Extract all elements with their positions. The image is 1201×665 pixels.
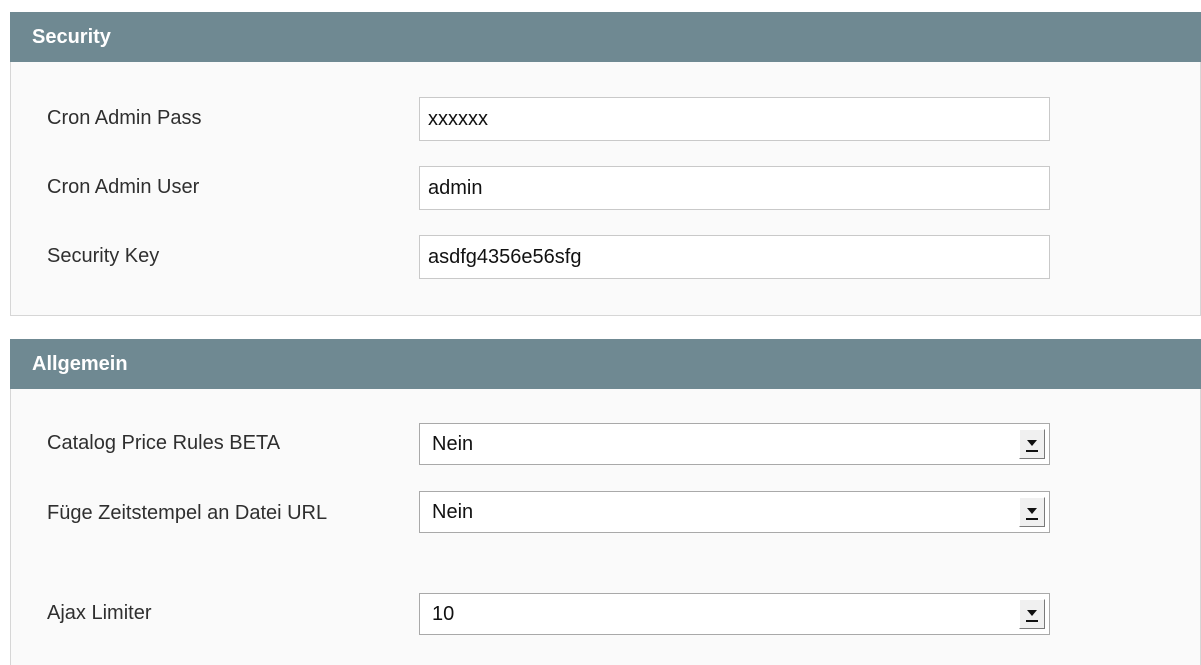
chevron-down-icon[interactable]: [1019, 599, 1045, 629]
ajax-limiter-selected-value: 10: [432, 603, 455, 625]
cron-admin-pass-label: Cron Admin Pass: [47, 107, 202, 129]
security-key-label: Security Key: [47, 245, 160, 267]
cron-admin-user-label: Cron Admin User: [47, 176, 200, 198]
catalog-price-rules-select[interactable]: Nein: [419, 423, 1050, 465]
ajax-limiter-label: Ajax Limiter: [47, 602, 152, 624]
security-section-body: Cron Admin Pass Cron Admin User Security…: [10, 62, 1201, 316]
catalog-price-rules-label: Catalog Price Rules BETA: [47, 432, 281, 454]
ajax-limiter-select[interactable]: 10: [419, 593, 1050, 635]
security-section: Security Cron Admin Pass Cron Admin User…: [10, 12, 1201, 316]
timestamp-url-label: Füge Zeitstempel an Datei URL: [47, 502, 328, 524]
timestamp-url-selected-value: Nein: [432, 501, 474, 523]
catalog-price-rules-selected-value: Nein: [432, 433, 474, 455]
security-section-header[interactable]: Security: [10, 12, 1201, 62]
config-page: Security Cron Admin Pass Cron Admin User…: [0, 0, 1201, 665]
security-key-input[interactable]: [419, 235, 1050, 279]
chevron-down-icon[interactable]: [1019, 497, 1045, 527]
cron-admin-pass-input[interactable]: [419, 97, 1050, 141]
cron-admin-user-input[interactable]: [419, 166, 1050, 210]
allgemein-section-body: Catalog Price Rules BETA Nein Füge Zeits…: [10, 389, 1201, 665]
allgemein-section-header[interactable]: Allgemein: [10, 339, 1201, 389]
timestamp-url-select[interactable]: Nein: [419, 491, 1050, 533]
chevron-down-icon[interactable]: [1019, 429, 1045, 459]
allgemein-section: Allgemein Catalog Price Rules BETA Nein …: [10, 339, 1201, 665]
